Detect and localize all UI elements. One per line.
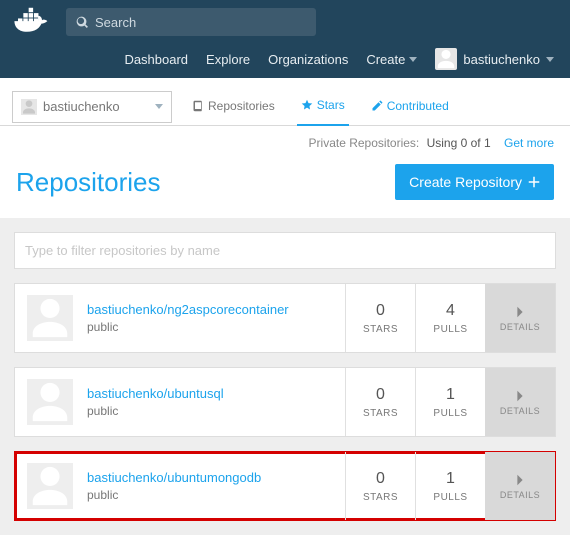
details-label: DETAILS: [500, 490, 540, 500]
repo-avatar: [27, 295, 73, 341]
pulls-count: 4: [446, 302, 455, 320]
page-header: Repositories Create Repository: [0, 160, 570, 218]
pulls-label: PULLS: [433, 324, 467, 335]
app-header: Dashboard Explore Organizations Create b…: [0, 0, 570, 78]
repo-details-button[interactable]: DETAILS: [485, 452, 555, 520]
quota-row: Private Repositories: Using 0 of 1 Get m…: [0, 126, 570, 160]
filter-input[interactable]: [14, 232, 556, 269]
repo-pulls: 1 PULLS: [415, 368, 485, 436]
sub-navbar: bastiuchenko Repositories Stars Contribu…: [0, 78, 570, 126]
nav-explore[interactable]: Explore: [206, 52, 250, 67]
caret-down-icon: [409, 57, 417, 62]
pulls-count: 1: [446, 470, 455, 488]
repo-row: bastiuchenko/ubuntusql public 0 STARS 1 …: [14, 367, 556, 437]
repo-details-button[interactable]: DETAILS: [485, 368, 555, 436]
pulls-label: PULLS: [433, 408, 467, 419]
avatar-icon: [21, 99, 37, 115]
tab-repositories-label: Repositories: [208, 99, 275, 113]
repo-visibility: public: [87, 320, 289, 334]
repo-pulls: 1 PULLS: [415, 452, 485, 520]
details-label: DETAILS: [500, 322, 540, 332]
page-title: Repositories: [16, 167, 161, 198]
repo-row: bastiuchenko/ubuntumongodb public 0 STAR…: [14, 451, 556, 521]
nav-dashboard[interactable]: Dashboard: [124, 52, 188, 67]
quota-label: Private Repositories:: [309, 136, 420, 150]
search-input[interactable]: [95, 15, 306, 30]
pulls-count: 1: [446, 386, 455, 404]
stars-label: STARS: [363, 324, 398, 335]
quota-get-more-link[interactable]: Get more: [504, 136, 554, 150]
search-icon: [76, 16, 89, 29]
repo-stars: 0 STARS: [345, 452, 415, 520]
filter-row: [14, 232, 556, 269]
caret-down-icon: [546, 57, 554, 62]
avatar: [435, 48, 457, 70]
tab-stars-label: Stars: [317, 98, 345, 112]
repo-list: bastiuchenko/ng2aspcorecontainer public …: [14, 283, 556, 521]
owner-name: bastiuchenko: [43, 99, 120, 114]
header-nav: Dashboard Explore Organizations Create b…: [12, 48, 558, 70]
quota-value: Using 0 of 1: [427, 136, 491, 150]
username-label: bastiuchenko: [463, 52, 540, 67]
repo-pulls: 4 PULLS: [415, 284, 485, 352]
stars-count: 0: [376, 470, 385, 488]
repo-info: bastiuchenko/ubuntusql public: [15, 368, 345, 436]
plus-icon: [528, 176, 540, 188]
repo-visibility: public: [87, 404, 224, 418]
repo-stars: 0 STARS: [345, 284, 415, 352]
book-icon: [192, 100, 204, 112]
pulls-label: PULLS: [433, 492, 467, 503]
details-label: DETAILS: [500, 406, 540, 416]
repo-name-link[interactable]: bastiuchenko/ubuntusql: [87, 386, 224, 401]
nav-organizations[interactable]: Organizations: [268, 52, 348, 67]
repo-details-button[interactable]: DETAILS: [485, 284, 555, 352]
chevron-right-icon: [513, 473, 527, 487]
repo-row: bastiuchenko/ng2aspcorecontainer public …: [14, 283, 556, 353]
stars-label: STARS: [363, 408, 398, 419]
stars-count: 0: [376, 386, 385, 404]
tab-stars[interactable]: Stars: [297, 88, 349, 126]
repo-name-link[interactable]: bastiuchenko/ubuntumongodb: [87, 470, 261, 485]
nav-create[interactable]: Create: [366, 52, 417, 67]
chevron-right-icon: [513, 305, 527, 319]
stars-label: STARS: [363, 492, 398, 503]
repo-stars: 0 STARS: [345, 368, 415, 436]
owner-dropdown[interactable]: bastiuchenko: [12, 91, 172, 123]
create-repository-button[interactable]: Create Repository: [395, 164, 554, 200]
caret-down-icon: [155, 104, 163, 109]
repo-avatar: [27, 463, 73, 509]
sub-tabs: Repositories Stars Contributed: [188, 88, 453, 125]
repo-info: bastiuchenko/ng2aspcorecontainer public: [15, 284, 345, 352]
tab-contributed-label: Contributed: [387, 99, 449, 113]
header-top: [12, 6, 558, 38]
repo-avatar: [27, 379, 73, 425]
user-menu[interactable]: bastiuchenko: [435, 48, 554, 70]
repo-visibility: public: [87, 488, 261, 502]
create-repository-label: Create Repository: [409, 174, 522, 190]
search-bar[interactable]: [66, 8, 316, 36]
stars-count: 0: [376, 302, 385, 320]
tab-repositories[interactable]: Repositories: [188, 88, 279, 125]
chevron-right-icon: [513, 389, 527, 403]
repo-name-link[interactable]: bastiuchenko/ng2aspcorecontainer: [87, 302, 289, 317]
repo-info: bastiuchenko/ubuntumongodb public: [15, 452, 345, 520]
tab-contributed[interactable]: Contributed: [367, 88, 453, 125]
docker-logo[interactable]: [12, 6, 56, 38]
nav-create-label: Create: [366, 52, 405, 67]
edit-icon: [371, 100, 383, 112]
content-area: bastiuchenko/ng2aspcorecontainer public …: [0, 218, 570, 535]
star-icon: [301, 99, 313, 111]
